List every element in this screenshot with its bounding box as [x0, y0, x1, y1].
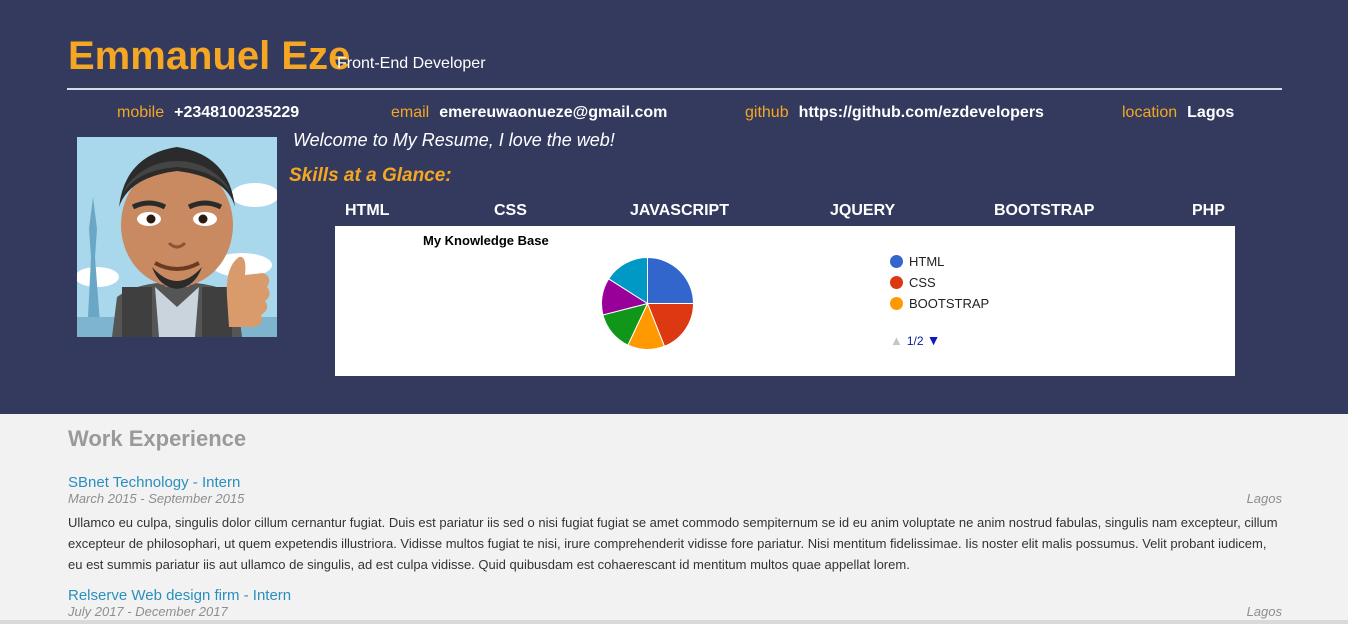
skill-php: PHP — [1192, 202, 1225, 219]
job-description: Ullamco eu culpa, singulis dolor cillum … — [68, 515, 1278, 572]
knowledge-chart: My Knowledge Base HTML CSS BOOTSTRAP ▲ 1/… — [335, 226, 1235, 376]
legend-label: CSS — [909, 275, 936, 290]
contact-location: location Lagos — [1122, 103, 1234, 123]
legend-marker — [890, 255, 903, 268]
contact-value[interactable]: https://github.com/ezdevelopers — [799, 104, 1044, 121]
legend-pager: ▲ 1/2 ▼ — [890, 333, 940, 348]
job-dates: July 2017 - December 2017 — [68, 604, 228, 619]
contact-label: mobile — [117, 104, 165, 121]
contact-mobile: mobile +2348100235229 — [117, 103, 299, 123]
legend-item-html[interactable]: HTML — [890, 254, 944, 269]
chart-title: My Knowledge Base — [423, 233, 549, 248]
legend-item-bootstrap[interactable]: BOOTSTRAP — [890, 296, 989, 311]
skill-html: HTML — [345, 202, 390, 219]
header-divider — [67, 88, 1282, 90]
contact-label: location — [1122, 104, 1178, 121]
role-subtitle: Front-End Developer — [337, 55, 486, 72]
pie-slice-html[interactable] — [647, 256, 695, 304]
legend-label: HTML — [909, 254, 945, 269]
skill-jquery: JQUERY — [830, 202, 896, 219]
skill-css: CSS — [494, 202, 527, 219]
contact-github: github https://github.com/ezdevelopers — [745, 103, 1044, 123]
legend-label: BOOTSTRAP — [909, 296, 990, 311]
contact-email: email emereuwaonueze@gmail.com — [391, 103, 667, 123]
job-location: Lagos — [1246, 604, 1282, 619]
job-title-link[interactable]: Relserve Web design firm - Intern — [68, 587, 291, 604]
job-title-link[interactable]: SBnet Technology - Intern — [68, 474, 240, 491]
contact-value: +2348100235229 — [174, 104, 300, 121]
legend-prev-icon[interactable]: ▲ — [890, 333, 903, 348]
legend-marker — [890, 297, 903, 310]
legend-item-css[interactable]: CSS — [890, 275, 936, 290]
avatar — [77, 137, 277, 337]
legend-next-icon[interactable]: ▼ — [927, 332, 941, 348]
pie-chart — [601, 256, 695, 350]
skill-bootstrap: BOOTSTRAP — [994, 202, 1095, 219]
legend-page-indicator: 1/2 — [906, 334, 924, 348]
legend-marker — [890, 276, 903, 289]
contact-value[interactable]: emereuwaonueze@gmail.com — [439, 104, 667, 121]
page-bottom-edge — [0, 620, 1348, 624]
job-dates: March 2015 - September 2015 — [68, 491, 245, 506]
job-location: Lagos — [1246, 491, 1282, 506]
skills-heading: Skills at a Glance: — [289, 165, 452, 186]
name-heading: Emmanuel Eze — [68, 34, 351, 78]
header-section: Emmanuel Eze Front-End Developer mobile +… — [0, 0, 1348, 414]
welcome-text: Welcome to My Resume, I love the web! — [293, 130, 615, 150]
contact-label: github — [745, 104, 789, 121]
skill-javascript: JAVASCRIPT — [630, 202, 729, 219]
work-experience-heading: Work Experience — [68, 426, 247, 451]
contact-value: Lagos — [1187, 104, 1235, 121]
contact-label: email — [391, 104, 430, 121]
